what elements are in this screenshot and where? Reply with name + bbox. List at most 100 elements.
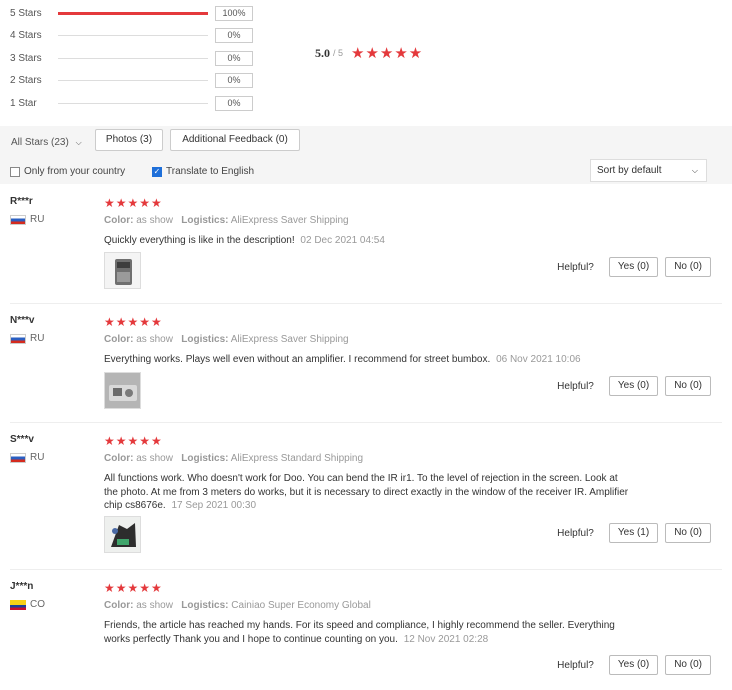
average-out-of: / 5 <box>333 48 344 58</box>
rating-bar <box>58 11 208 15</box>
helpful-controls: Helpful? Yes (0) No (0) <box>557 257 711 277</box>
logistics-value: AliExpress Saver Shipping <box>230 215 349 226</box>
average-stars-icon: ★★★★★ <box>351 45 424 62</box>
sort-value: Sort by default <box>597 165 662 176</box>
logistics-label: Logistics: <box>181 453 229 464</box>
rating-row-label: 4 Stars <box>10 29 42 41</box>
rating-percent: 100% <box>215 5 253 21</box>
reviewer-country: RU <box>10 214 44 225</box>
review-item: R***r RU ★★★★★ Color: as show Logistics:… <box>0 196 732 304</box>
review-item: S***v RU ★★★★★ Color: as show Logistics:… <box>0 434 732 570</box>
rating-row-label: 2 Stars <box>10 74 42 86</box>
flag-ru-icon <box>10 452 26 463</box>
rating-row-5[interactable]: 5 Stars 100% <box>10 2 253 24</box>
reviewer-country: CO <box>10 599 45 610</box>
reviewer-country: RU <box>10 452 44 463</box>
rating-percent: 0% <box>215 27 253 43</box>
review-meta: Color: as show Logistics: AliExpress Sta… <box>104 453 363 464</box>
review-photo[interactable] <box>104 516 141 553</box>
review-text: Everything works. Plays well even withou… <box>104 353 644 367</box>
helpful-no-button[interactable]: No (0) <box>665 655 711 675</box>
review-date: 06 Nov 2021 10:06 <box>496 354 581 365</box>
rating-summary: 5 Stars 100% 4 Stars 0% 3 Stars 0% 2 Sta… <box>0 0 732 122</box>
helpful-no-button[interactable]: No (0) <box>665 257 711 277</box>
review-date: 02 Dec 2021 04:54 <box>300 235 385 246</box>
rating-bar-fill <box>58 11 208 15</box>
color-value: as show <box>136 215 173 226</box>
helpful-yes-button[interactable]: Yes (1) <box>608 523 659 543</box>
rating-row-2[interactable]: 2 Stars 0% <box>10 69 253 91</box>
color-label: Color: <box>104 453 134 464</box>
rating-row-3[interactable]: 3 Stars 0% <box>10 47 253 69</box>
review-stars-icon: ★★★★★ <box>104 315 163 329</box>
review-body: Everything works. Plays well even withou… <box>104 354 491 365</box>
chevron-down-icon: ⌵ <box>75 138 82 147</box>
review-meta: Color: as show Logistics: AliExpress Sav… <box>104 334 349 345</box>
review-stars-icon: ★★★★★ <box>104 196 163 210</box>
color-label: Color: <box>104 600 134 611</box>
country-code: RU <box>30 452 45 463</box>
color-value: as show <box>136 453 173 464</box>
reviewer-name: N***v <box>10 315 35 326</box>
review-text: Quickly everything is like in the descri… <box>104 234 644 248</box>
divider <box>10 303 722 304</box>
review-meta: Color: as show Logistics: Cainiao Super … <box>104 600 371 611</box>
helpful-no-button[interactable]: No (0) <box>665 523 711 543</box>
logistics-value: AliExpress Saver Shipping <box>230 334 349 345</box>
country-code: RU <box>30 333 45 344</box>
photos-filter-button[interactable]: Photos (3) <box>95 129 163 151</box>
country-code: RU <box>30 214 45 225</box>
flag-ru-icon <box>10 333 26 344</box>
reviewer-country: RU <box>10 333 44 344</box>
average-rating: 5.0 / 5 ★★★★★ <box>315 44 423 62</box>
all-stars-dropdown[interactable]: All Stars (23) ⌵ <box>11 137 82 148</box>
helpful-yes-button[interactable]: Yes (0) <box>608 257 659 277</box>
divider <box>10 569 722 570</box>
helpful-controls: Helpful? Yes (0) No (0) <box>557 655 711 675</box>
helpful-controls: Helpful? Yes (1) No (0) <box>557 523 711 543</box>
sort-select[interactable]: Sort by default ⌵ <box>590 159 707 182</box>
only-country-label: Only from your country <box>24 166 126 177</box>
helpful-no-button[interactable]: No (0) <box>665 376 711 396</box>
rating-percent: 0% <box>215 50 253 66</box>
rating-percent: 0% <box>215 72 253 88</box>
all-stars-label: All Stars (23) <box>11 137 69 148</box>
rating-row-label: 5 Stars <box>10 7 42 19</box>
rating-row-label: 3 Stars <box>10 52 42 64</box>
review-photo[interactable] <box>104 372 141 409</box>
rating-percent: 0% <box>215 95 253 111</box>
rating-row-label: 1 Star <box>10 97 37 109</box>
review-date: 17 Sep 2021 00:30 <box>171 500 257 511</box>
logistics-label: Logistics: <box>181 334 229 345</box>
flag-co-icon <box>10 599 26 610</box>
color-label: Color: <box>104 334 134 345</box>
helpful-controls: Helpful? Yes (0) No (0) <box>557 376 711 396</box>
rating-row-1[interactable]: 1 Star 0% <box>10 92 253 114</box>
review-item: N***v RU ★★★★★ Color: as show Logistics:… <box>0 315 732 423</box>
translate-checkbox[interactable]: ✓ Translate to English <box>152 166 254 177</box>
review-text: All functions work. Who doesn't work for… <box>104 472 634 513</box>
rating-bar <box>58 102 208 104</box>
rating-row-4[interactable]: 4 Stars 0% <box>10 24 253 46</box>
filter-bar: All Stars (23) ⌵ Photos (3) Additional F… <box>0 126 732 184</box>
helpful-yes-button[interactable]: Yes (0) <box>608 376 659 396</box>
reviewer-name: S***v <box>10 434 34 445</box>
review-body: Friends, the article has reached my hand… <box>104 620 615 645</box>
country-code: CO <box>30 599 45 610</box>
checkbox-unchecked-icon <box>10 166 20 177</box>
additional-feedback-button[interactable]: Additional Feedback (0) <box>170 129 300 151</box>
logistics-value: Cainiao Super Economy Global <box>231 600 371 611</box>
helpful-label: Helpful? <box>557 380 594 392</box>
color-value: as show <box>136 334 173 345</box>
reviewer-name: J***n <box>10 581 34 592</box>
average-score: 5.0 <box>315 45 330 60</box>
only-country-checkbox[interactable]: Only from your country <box>10 166 125 177</box>
review-photo[interactable] <box>104 252 141 289</box>
color-value: as show <box>136 600 173 611</box>
translate-label: Translate to English <box>166 166 255 177</box>
helpful-yes-button[interactable]: Yes (0) <box>608 655 659 675</box>
helpful-label: Helpful? <box>557 261 594 273</box>
checkbox-checked-icon: ✓ <box>152 166 162 177</box>
review-body: Quickly everything is like in the descri… <box>104 235 295 246</box>
divider <box>10 422 722 423</box>
